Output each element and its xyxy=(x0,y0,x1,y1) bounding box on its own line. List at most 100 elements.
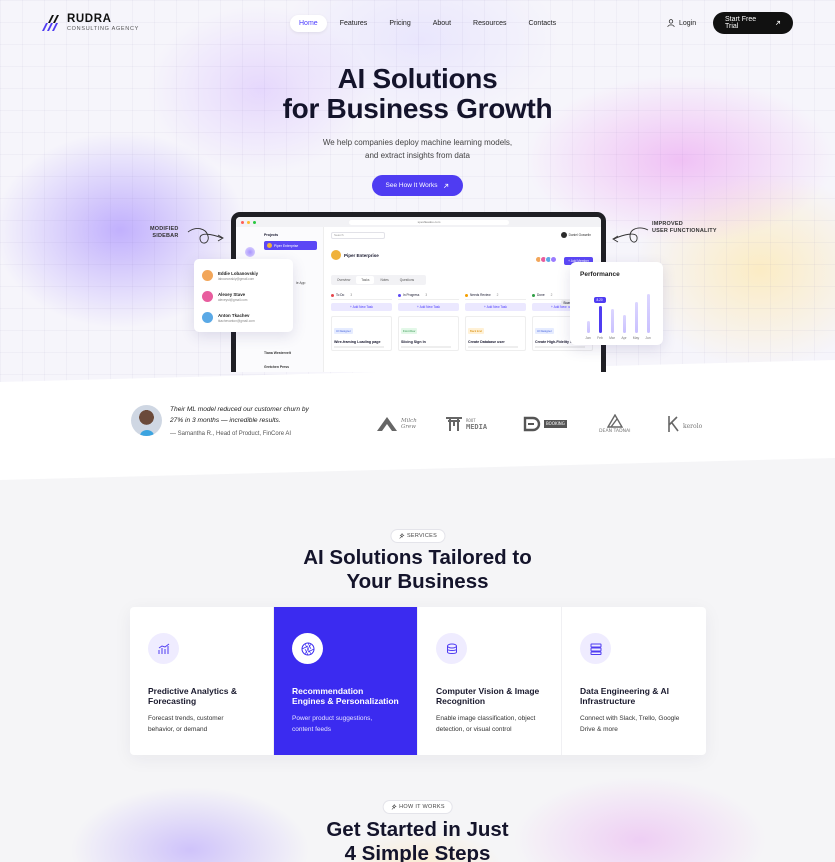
workspace-avatar xyxy=(245,247,255,257)
performance-card: Performance Jan Feb 8.20 Mar Apr May Jun xyxy=(570,262,663,345)
project-tabs: Overview Tasks Notes Questions xyxy=(331,275,426,285)
how-it-works-pill-label: HOW IT WORKS xyxy=(399,804,445,810)
performance-chart: Jan Feb 8.20 Mar Apr May Jun xyxy=(582,281,654,340)
performance-bar xyxy=(586,320,590,333)
brand-logo-dean-tadnai: DEAN TADNAI xyxy=(599,406,631,442)
annotation-improved-functionality: IMPROVED USER FUNCTIONALITY xyxy=(652,221,717,235)
testimonial: Their ML model reduced our customer chur… xyxy=(131,405,330,437)
sidebar-item-partial[interactable]: le App xyxy=(296,281,305,285)
performance-bar xyxy=(634,302,638,333)
member-row[interactable]: Alexey Stave alexeyst@gmail.com xyxy=(202,286,285,307)
mountain-logo-icon xyxy=(606,413,623,428)
nav-about[interactable]: About xyxy=(424,15,460,32)
logo-name: RUDRA xyxy=(67,13,112,25)
task-card[interactable]: Front Dev Slicing Sign In xyxy=(398,316,459,351)
performance-month-label: Apr xyxy=(621,336,627,340)
service-title: Data Engineering & AI Infrastructure xyxy=(580,686,688,706)
service-card-data-engineering[interactable]: Data Engineering & AI Infrastructure Conn… xyxy=(562,607,706,755)
add-task-button[interactable]: + Add New Task xyxy=(398,303,459,311)
sidebar-member-name-2[interactable]: Gretchen Press xyxy=(264,365,289,369)
service-title: Predictive Analytics & Forecasting xyxy=(148,686,255,706)
login-link[interactable]: Login xyxy=(667,19,696,27)
testimonial-quote: Their ML model reduced our customer chur… xyxy=(170,405,330,426)
service-card-computer-vision[interactable]: Computer Vision & Image Recognition Enabl… xyxy=(418,607,562,755)
service-desc-line-1: Power product suggestions, xyxy=(292,715,373,722)
nav-home[interactable]: Home xyxy=(290,14,327,32)
tab-notes[interactable]: Notes xyxy=(375,276,393,284)
annotation-left-line-2: SIDEBAR xyxy=(152,233,179,239)
task-text-line xyxy=(468,346,518,348)
sidebar-item-active-label: Piper Enterprise xyxy=(274,243,299,248)
arrow-up-right-icon xyxy=(444,183,449,188)
curved-arrow-left-icon xyxy=(187,228,224,244)
see-how-it-works-button[interactable]: See How It Works xyxy=(372,175,463,196)
brand-logo-booking: BOOKING xyxy=(523,406,567,442)
tab-tasks[interactable]: Tasks xyxy=(356,276,375,284)
sparkle-icon xyxy=(391,804,397,810)
start-free-trial-button[interactable]: Start Free Trial xyxy=(713,12,793,34)
user-menu[interactable]: Daniel Gosselin xyxy=(560,232,591,238)
tab-questions[interactable]: Questions xyxy=(395,276,419,284)
performance-bar xyxy=(646,294,650,333)
logo[interactable]: RUDRA CONSULTING AGENCY xyxy=(42,13,140,32)
member-row[interactable]: Anton Tkachev tkachevanton@gmail.com xyxy=(202,307,285,328)
user-avatar xyxy=(560,232,567,238)
member-email: laboanovskiy@gmail.com xyxy=(218,276,255,281)
performance-bar xyxy=(610,308,614,333)
member-avatar xyxy=(202,291,213,302)
service-card-predictive-analytics[interactable]: Predictive Analytics & Forecasting Foreca… xyxy=(130,607,274,755)
member-avatar xyxy=(550,256,557,263)
nav-pricing[interactable]: Pricing xyxy=(380,15,419,32)
top-nav: RUDRA CONSULTING AGENCY Home Features Pr… xyxy=(42,12,793,34)
task-card[interactable]: UI Designer Wire-framing Loading page xyxy=(331,316,392,351)
service-title-line-1: Computer Vision & Image xyxy=(436,686,540,696)
project-avatar xyxy=(331,250,341,260)
task-text-line xyxy=(401,346,451,348)
start-free-trial-label: Start Free Trial xyxy=(725,16,757,30)
add-task-button[interactable]: + Add New Task xyxy=(465,303,526,311)
search-input[interactable]: Search xyxy=(331,232,385,239)
tab-overview[interactable]: Overview xyxy=(332,276,355,284)
annotation-right-line-1: IMPROVED xyxy=(652,221,683,227)
hero-title-line-1: AI Solutions xyxy=(337,63,498,94)
hero-title-line-2: for Business Growth xyxy=(282,93,553,124)
nav-features[interactable]: Features xyxy=(331,15,377,32)
service-card-recommendation[interactable]: Recommendation Engines & Personalization … xyxy=(274,607,418,755)
column-name: Needs Review xyxy=(470,293,491,297)
task-tag: Back End xyxy=(468,328,484,334)
login-label: Login xyxy=(679,19,697,27)
service-title-line-1: Recommendation xyxy=(292,686,364,696)
add-task-button[interactable]: + Add New Task xyxy=(331,303,392,311)
brand3-text: BOOKING xyxy=(544,420,567,428)
task-title: Wire-framing Loading page xyxy=(334,340,381,344)
nav-resources[interactable]: Resources xyxy=(464,15,515,32)
sidebar-item-active[interactable]: Piper Enterprise xyxy=(264,241,317,250)
service-title-line-1: Predictive Analytics & xyxy=(148,686,237,696)
annotation-left-line-1: MODIFIED xyxy=(150,226,179,232)
nav-contacts[interactable]: Contacts xyxy=(519,15,565,32)
service-description: Power product suggestions, content feeds xyxy=(292,714,399,735)
hero-subtitle-line-2: and extract insights from data xyxy=(365,150,470,160)
brand-logo-root-media: ROOT MEDIA xyxy=(445,406,487,442)
performance-title: Performance xyxy=(580,271,620,278)
service-description: Enable image classification, object detec… xyxy=(436,714,543,735)
triangle-logo-icon xyxy=(377,417,397,431)
service-desc-line-1: Enable image classification, object xyxy=(436,715,536,722)
task-tag: UI Designer xyxy=(334,328,353,334)
sidebar-member-name[interactable]: Tiana Westervelt xyxy=(264,351,291,355)
how-it-works-title: Get Started in Just 4 Simple Steps xyxy=(0,818,835,862)
member-name: Anton Tkachev xyxy=(218,312,250,318)
service-title-line-1: Data Engineering & AI xyxy=(580,686,669,696)
services-title-line-1: AI Solutions Tailored to xyxy=(303,546,532,569)
board-column: Needs Review 2 + Add New Task Back End Cr… xyxy=(465,293,526,351)
service-desc-line-2: detection, or visual control xyxy=(436,725,512,733)
database-stack-icon xyxy=(436,633,467,664)
member-row[interactable]: Eddie Lobanovskiy laboanovskiy@gmail.com xyxy=(202,265,285,286)
service-title: Recommendation Engines & Personalization xyxy=(292,686,399,706)
how-it-works-title-line-2: 4 Simple Steps xyxy=(344,842,491,862)
board-column: To Do 3 + Add New Task UI Designer Wire-f… xyxy=(331,293,392,351)
logo-tagline: CONSULTING AGENCY xyxy=(67,25,140,32)
task-card[interactable]: Back End Create Database user xyxy=(465,316,526,351)
project-dot-icon xyxy=(267,243,272,248)
client-logos: Milch Grew ROOT MEDIA BOOKING DEAN TADNAI … xyxy=(373,406,713,442)
